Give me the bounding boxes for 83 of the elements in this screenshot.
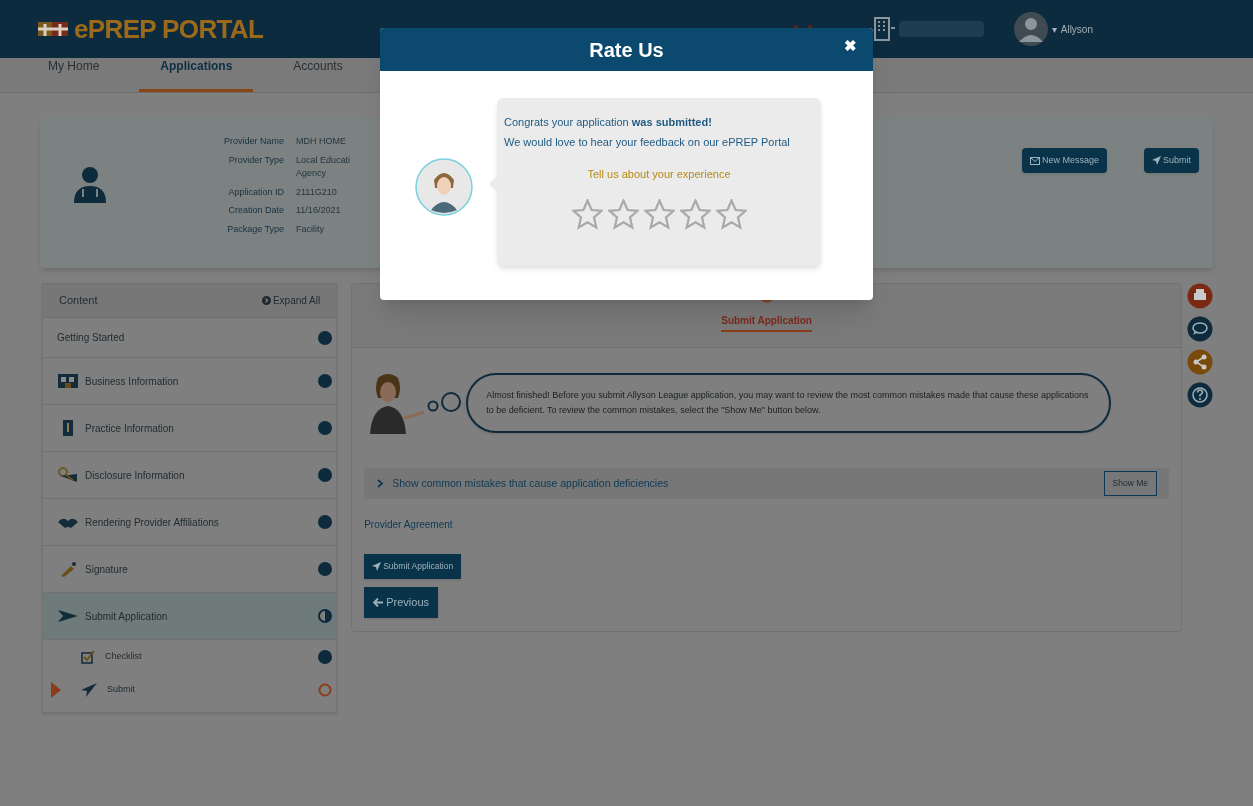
star-icon[interactable] xyxy=(571,198,603,230)
status-dot-icon xyxy=(318,330,333,345)
congrats-message: We would love to hear your feedback on our ePREP Portal xyxy=(504,135,791,150)
submit-button[interactable]: Submit xyxy=(1144,148,1199,173)
provider-agreement-link[interactable]: Provider Agreement xyxy=(364,517,453,532)
building-icon xyxy=(57,372,79,390)
send-icon xyxy=(1152,156,1161,165)
field-value: MDH HOME xyxy=(296,135,348,148)
star-icon[interactable] xyxy=(715,198,747,230)
congrats-message: Congrats your application was submitted! xyxy=(504,115,713,130)
previous-button[interactable]: Previous xyxy=(364,587,438,618)
building-icon xyxy=(872,16,895,42)
sidebar-item-label: Submit Application xyxy=(85,609,169,624)
field-value: Local Educati Agency xyxy=(296,153,352,180)
sidebar-subitem-label: Submit xyxy=(107,682,136,696)
new-message-button[interactable]: New Message xyxy=(1021,148,1107,173)
send-icon xyxy=(372,562,382,571)
nav-tab[interactable]: My Home xyxy=(28,57,120,92)
send-icon xyxy=(81,682,97,697)
thought-bubbles-icon xyxy=(426,391,463,415)
sidebar-item[interactable]: Disclosure Information xyxy=(43,452,337,499)
accordion-label: Show common mistakes that cause application deficiencies xyxy=(392,475,670,491)
chat-icon[interactable] xyxy=(1187,316,1213,342)
dialog-title: Rate Us xyxy=(589,37,664,63)
field-value: 11/16/2021 xyxy=(296,204,342,217)
paper-plane-icon xyxy=(57,607,79,625)
sidebar-item[interactable]: Signature xyxy=(43,546,337,593)
star-icon[interactable] xyxy=(643,198,675,230)
star-icon[interactable] xyxy=(607,198,639,230)
field-label: Creation Date xyxy=(227,204,285,217)
share-icon[interactable] xyxy=(1187,349,1213,375)
step-title-link[interactable]: Submit Application xyxy=(721,313,812,332)
status-dot-icon xyxy=(318,421,333,435)
sidebar-item-label: Signature xyxy=(85,562,129,577)
chevron-circle-icon xyxy=(261,296,271,305)
sidebar-subitem-label: Checklist xyxy=(105,649,143,663)
doctor-icon xyxy=(72,167,108,203)
sidebar-subitem[interactable]: Checklist xyxy=(43,640,337,673)
status-dot-icon xyxy=(318,649,333,664)
envelope-icon xyxy=(1029,156,1040,165)
progress-circle-icon xyxy=(318,609,333,623)
logo-text: ePREP PORTAL xyxy=(74,12,264,46)
avatar-icon xyxy=(415,158,473,216)
sidebar-subitem[interactable]: Submit xyxy=(43,673,337,706)
field-value: 2111G210 xyxy=(296,185,338,199)
print-icon[interactable] xyxy=(1187,283,1213,309)
sidebar-item-label: Disclosure Information xyxy=(85,468,186,483)
nav-tab[interactable]: Applications xyxy=(139,57,254,92)
sidebar-item-label: Practice Information xyxy=(85,421,175,436)
sidebar-item[interactable]: Getting Started xyxy=(43,318,337,358)
field-value: Facility xyxy=(296,222,326,236)
status-dot-icon xyxy=(318,562,333,576)
status-dot-icon xyxy=(318,374,333,388)
sidebar-item-label: Business Information xyxy=(85,374,180,389)
sidebar-item-label: Rendering Provider Affiliations xyxy=(85,515,220,530)
field-label: Provider Name xyxy=(224,135,285,148)
experience-prompt: Tell us about your experience xyxy=(586,167,732,182)
field-label: Package Type xyxy=(226,222,285,236)
sidebar-item-label: Getting Started xyxy=(57,331,126,345)
field-label: Provider Type xyxy=(227,153,285,167)
sidebar-item[interactable]: Rendering Provider Affiliations xyxy=(43,499,337,546)
star-icon[interactable] xyxy=(679,198,711,230)
caret-icon: ▾ xyxy=(1051,21,1057,37)
show-me-button[interactable]: Show Me xyxy=(1103,471,1157,496)
status-dot-icon xyxy=(318,468,333,482)
sidebar-item[interactable]: Submit Application xyxy=(43,593,337,640)
expand-all-button[interactable]: Expand All xyxy=(261,293,321,308)
user-menu[interactable]: Allyson xyxy=(1060,21,1093,37)
key-icon xyxy=(57,466,79,484)
field-label: Application ID xyxy=(227,185,285,199)
status-dot-icon xyxy=(318,515,333,529)
close-button[interactable]: ✖ xyxy=(844,38,857,53)
tip-bubble: Almost finished! Before you submit Allyson League application, you may want to review the most common mistakes made that cause these applications to be deficient. To review the common mistakes, select the "Show Me" button below. xyxy=(466,373,1112,433)
submit-application-button[interactable]: Submit Application xyxy=(364,554,462,579)
sidebar-title: Content xyxy=(59,293,98,309)
checkbox-icon xyxy=(81,649,95,664)
nav-tab[interactable]: Accounts xyxy=(273,57,363,92)
mistakes-accordion[interactable]: Show common mistakes that cause application deficiencies Show Me xyxy=(364,468,1169,499)
sidebar-item[interactable]: Business Information xyxy=(43,358,337,405)
avatar-icon xyxy=(1013,12,1048,46)
help-icon[interactable] xyxy=(1187,382,1213,408)
sidebar-item[interactable]: Practice Information xyxy=(43,405,337,452)
arrow-left-icon xyxy=(373,598,384,607)
